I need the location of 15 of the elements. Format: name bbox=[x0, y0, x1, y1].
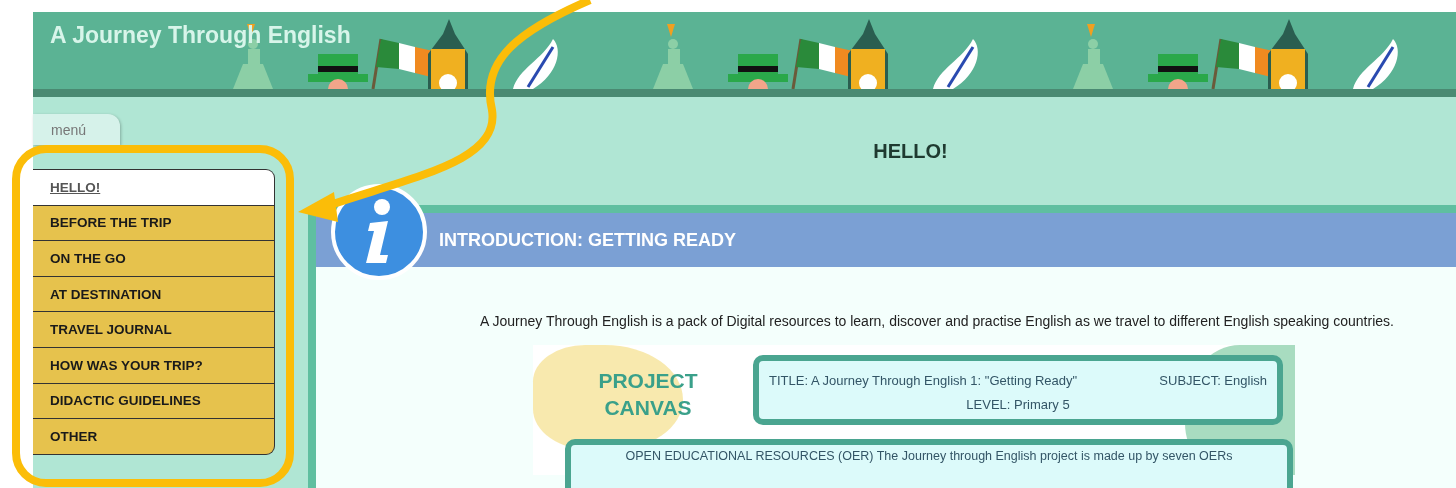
canvas-title: TITLE: A Journey Through English 1: "Getting Ready" bbox=[769, 373, 1079, 390]
menu-item[interactable]: ON THE GO bbox=[33, 240, 275, 277]
menu-item[interactable]: TRAVEL JOURNAL bbox=[33, 311, 275, 348]
menu-tab[interactable]: menú bbox=[33, 114, 120, 145]
canvas-heading: PROJECT CANVAS bbox=[597, 368, 699, 422]
page-title: HELLO! bbox=[872, 138, 949, 164]
menu-item[interactable]: HELLO! bbox=[33, 169, 275, 206]
canvas-level: LEVEL: Primary 5 bbox=[965, 397, 1071, 414]
menu-item[interactable]: HOW WAS YOUR TRIP? bbox=[33, 346, 275, 384]
section-title: INTRODUCTION: GETTING READY bbox=[316, 213, 1456, 267]
canvas-oer-text: OPEN EDUCATIONAL RESOURCES (OER) The Journey through English project is made up by seven OERs bbox=[625, 449, 1233, 463]
menu-item[interactable]: OTHER bbox=[33, 418, 275, 455]
canvas-subject: SUBJECT: English bbox=[1159, 373, 1267, 390]
site-title: A Journey Through English bbox=[50, 22, 351, 49]
intro-text: A Journey Through English is a pack of Digital resources to learn, discover and practise English as we travel to different English speaking countries. bbox=[479, 313, 1395, 329]
